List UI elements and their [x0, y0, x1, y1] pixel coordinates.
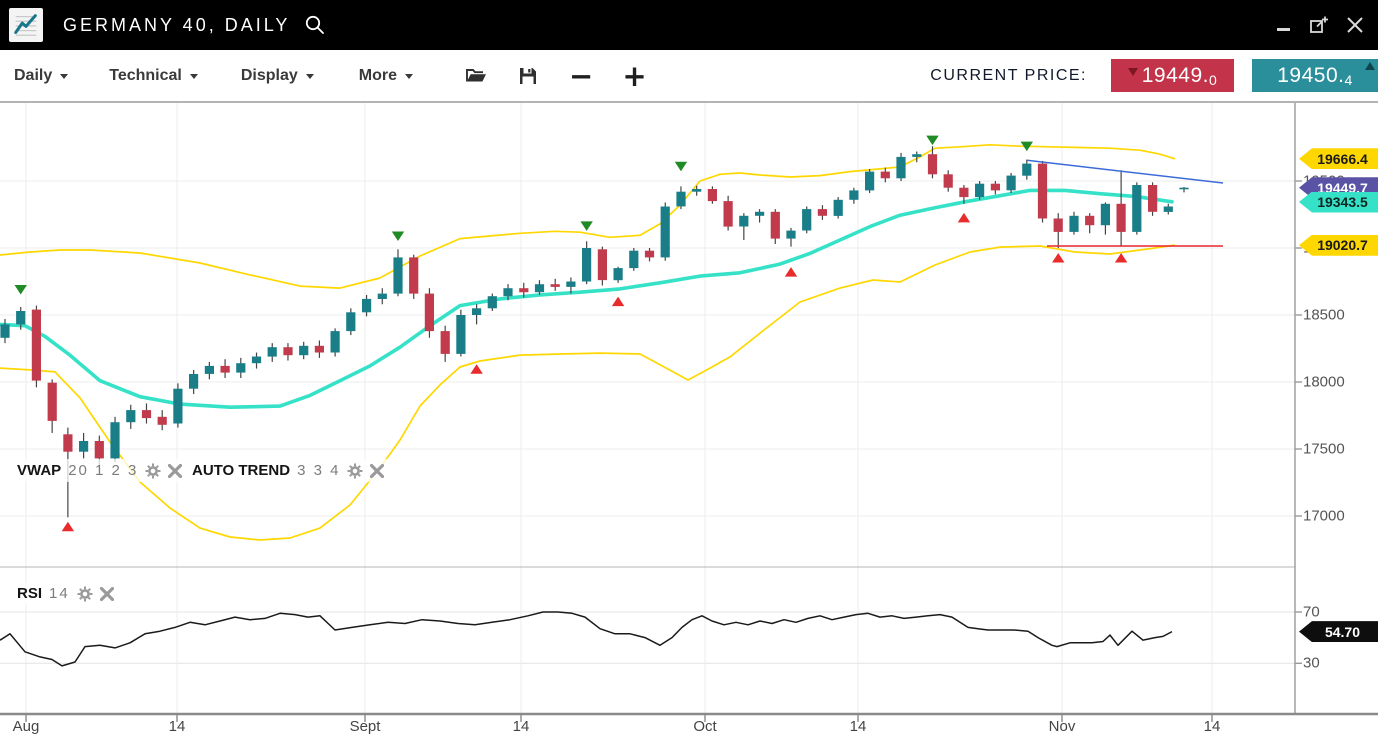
- window-titlebar: GERMANY 40, DAILY: [0, 0, 1378, 50]
- price-axis-label: 17000: [1303, 508, 1345, 525]
- time-axis-label: 14: [1177, 718, 1247, 735]
- indicator-name: VWAP: [17, 462, 61, 479]
- indicator-params: 14: [49, 585, 70, 602]
- chart-canvas[interactable]: [0, 103, 1378, 744]
- bid-price-button[interactable]: 19449.0: [1111, 59, 1234, 92]
- chevron-down-icon: [190, 74, 198, 79]
- time-axis-label: Oct: [670, 718, 740, 735]
- indicator-params: 3 3 4: [297, 462, 340, 479]
- price-axis-label: 18500: [1303, 307, 1345, 324]
- chevron-down-icon: [60, 74, 68, 79]
- window-controls: [1272, 14, 1366, 36]
- close-icon[interactable]: [370, 464, 384, 478]
- rsi-value-tag: 54.70: [1299, 621, 1378, 642]
- zoom-out-icon[interactable]: −: [569, 66, 593, 86]
- popout-button[interactable]: [1308, 14, 1330, 36]
- time-axis-label: Sept: [330, 718, 400, 735]
- gear-icon[interactable]: [145, 463, 161, 479]
- close-icon[interactable]: [100, 587, 114, 601]
- indicator-params: 20 1 2 3: [68, 462, 138, 479]
- chevron-down-icon: [306, 74, 314, 79]
- indicator-name: AUTO TREND: [192, 462, 290, 479]
- close-icon[interactable]: [168, 464, 182, 478]
- arrow-down-icon: [1128, 68, 1138, 76]
- app-chart-icon: [9, 8, 43, 42]
- window-title: GERMANY 40, DAILY: [63, 15, 290, 36]
- time-axis-label: 14: [823, 718, 893, 735]
- gear-icon[interactable]: [347, 463, 363, 479]
- indicator-row-rsi: RSI 14: [8, 582, 123, 605]
- rsi-axis-label: 30: [1303, 655, 1320, 672]
- indicator-name: RSI: [17, 585, 42, 602]
- open-folder-icon[interactable]: [465, 67, 487, 85]
- close-button[interactable]: [1344, 14, 1366, 36]
- menu-label: Daily: [14, 67, 52, 85]
- menu-technical[interactable]: Technical: [109, 67, 198, 85]
- arrow-up-icon: [1365, 62, 1375, 70]
- lower-band-tag: 19020.7: [1299, 235, 1378, 256]
- menu-label: Technical: [109, 67, 182, 85]
- upper-band-tag: 19666.4: [1299, 148, 1378, 169]
- indicator-row-auto-trend: AUTO TREND 3 3 4: [183, 459, 393, 482]
- current-price-label: CURRENT PRICE:: [930, 67, 1087, 85]
- menu-label: More: [359, 67, 397, 85]
- time-axis-label: Aug: [0, 718, 61, 735]
- menu-label: Display: [241, 67, 298, 85]
- menu-display[interactable]: Display: [241, 67, 314, 85]
- save-icon[interactable]: [518, 66, 538, 86]
- gear-icon[interactable]: [77, 586, 93, 602]
- menu-timeframe-daily[interactable]: Daily: [14, 67, 68, 85]
- time-axis-label: 14: [486, 718, 556, 735]
- time-axis-label: Nov: [1027, 718, 1097, 735]
- zoom-in-icon[interactable]: +: [622, 66, 646, 86]
- minimize-button[interactable]: [1272, 14, 1294, 36]
- ask-price-button[interactable]: 19450.4: [1252, 59, 1378, 92]
- time-axis-label: 14: [142, 718, 212, 735]
- price-axis-label: 17500: [1303, 441, 1345, 458]
- chart-area: 1950019000185001800017500170007030 Aug14…: [0, 103, 1378, 744]
- chart-toolbar: Daily Technical Display More − + CURRENT…: [0, 50, 1378, 103]
- price-axis-label: 18000: [1303, 374, 1345, 391]
- search-icon[interactable]: [304, 14, 326, 36]
- rsi-axis-label: 70: [1303, 604, 1320, 621]
- indicator-row-vwap: VWAP 20 1 2 3: [8, 459, 191, 482]
- chevron-down-icon: [405, 74, 413, 79]
- vwap-tag: 19343.5: [1299, 192, 1378, 213]
- menu-more[interactable]: More: [359, 67, 413, 85]
